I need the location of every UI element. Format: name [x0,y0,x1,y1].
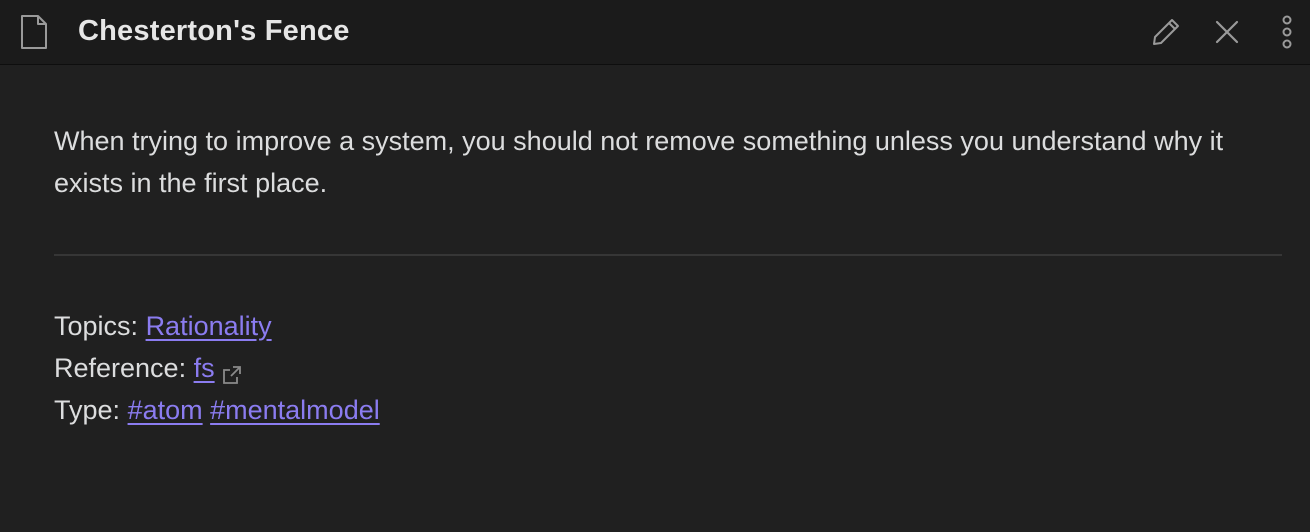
pencil-icon[interactable] [1148,14,1184,50]
more-vertical-icon[interactable] [1269,14,1305,50]
note-window: Chesterton's Fence When trying to improv… [0,0,1310,532]
type-line: Type: #atom #mentalmodel [54,389,380,431]
divider [54,254,1282,256]
external-link-icon [221,356,243,384]
note-title: Chesterton's Fence [78,15,350,47]
tag-atom[interactable]: #atom [128,395,203,425]
tag-mentalmodel[interactable]: #mentalmodel [210,395,380,425]
note-body: When trying to improve a system, you sho… [54,120,1282,204]
note-paragraph: When trying to improve a system, you sho… [54,126,1224,198]
metadata-block: Topics: Rationality Reference: fs Type: … [54,305,380,431]
title-bar: Chesterton's Fence [0,0,1310,65]
topic-link-rationality[interactable]: Rationality [146,311,272,341]
reference-label: Reference: [54,353,187,383]
close-icon[interactable] [1209,14,1245,50]
type-label: Type: [54,395,121,425]
file-icon [20,14,48,50]
reference-line: Reference: fs [54,347,380,389]
topics-line: Topics: Rationality [54,305,380,347]
topics-label: Topics: [54,311,139,341]
reference-link[interactable]: fs [194,353,215,383]
